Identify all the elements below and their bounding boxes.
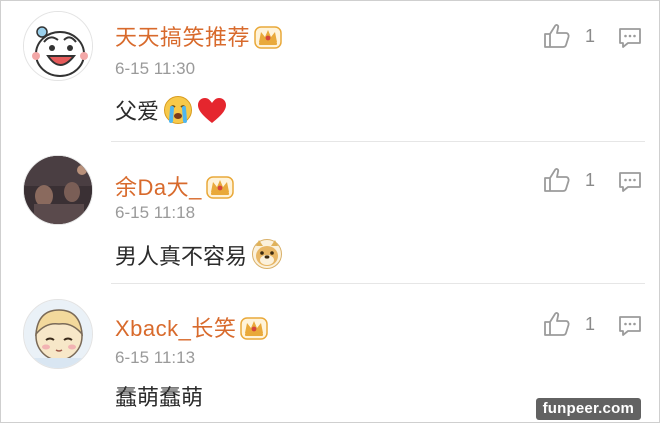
username[interactable]: 天天搞笑推荐 — [115, 20, 282, 55]
anime-girl-avatar-icon — [24, 300, 92, 368]
reply-button[interactable] — [618, 27, 642, 54]
like-count: 1 — [585, 169, 596, 190]
comment-text-content: 男人真不容易 — [115, 244, 248, 269]
reply-button[interactable] — [618, 315, 642, 342]
username-text[interactable]: 天天搞笑推荐 — [115, 25, 250, 50]
like-button[interactable]: 1 — [543, 167, 595, 193]
username-text[interactable]: 余Da大_ — [115, 175, 202, 200]
comment-text-content: 蠢萌蠢萌 — [115, 385, 204, 410]
comment-bubble-icon — [619, 28, 641, 48]
crown-icon — [206, 175, 234, 205]
reply-button[interactable] — [618, 171, 642, 198]
red-heart-icon — [197, 97, 227, 132]
avatar[interactable] — [23, 11, 93, 81]
like-button[interactable]: 1 — [543, 311, 595, 337]
username-text[interactable]: Xback_长笑 — [115, 316, 236, 341]
comment-text-content: 父爱 — [115, 99, 160, 124]
comment-text: 蠢萌蠢萌 — [115, 384, 203, 412]
avatar[interactable] — [23, 155, 93, 225]
crown-icon — [240, 316, 269, 346]
comment-bubble-icon — [619, 316, 641, 336]
thumbs-up-icon — [544, 312, 570, 336]
username[interactable]: Xback_长笑 — [115, 311, 269, 346]
comment-item: 天天搞笑推荐 6-15 11:30 父爱 1 — [1, 1, 660, 141]
doge-face-icon — [251, 238, 283, 277]
cartoon-face-avatar-icon — [24, 12, 92, 80]
thumbs-up-icon — [544, 24, 570, 48]
watermark: funpeer.com — [535, 398, 641, 420]
comment-text: 父爱 — [115, 95, 227, 132]
like-count: 1 — [585, 313, 596, 334]
timestamp: 6-15 11:13 — [115, 348, 196, 367]
comment-text: 男人真不容易 — [115, 238, 283, 277]
comment-item: 余Da大_ 6-15 11:18 男人真不容易 1 — [1, 142, 660, 283]
like-button[interactable]: 1 — [543, 23, 595, 49]
username[interactable]: 余Da大_ — [115, 170, 234, 205]
comment-bubble-icon — [619, 172, 641, 192]
dim-room-photo-avatar-icon — [24, 156, 92, 224]
comment-list: 天天搞笑推荐 6-15 11:30 父爱 1 余Da大_ 6-15 11:18 … — [0, 0, 660, 423]
thumbs-up-icon — [544, 168, 570, 192]
crying-face-icon — [163, 95, 193, 132]
timestamp: 6-15 11:30 — [115, 59, 196, 78]
like-count: 1 — [585, 25, 596, 46]
timestamp: 6-15 11:18 — [115, 203, 196, 222]
crown-icon — [254, 25, 282, 55]
avatar[interactable] — [23, 299, 93, 369]
